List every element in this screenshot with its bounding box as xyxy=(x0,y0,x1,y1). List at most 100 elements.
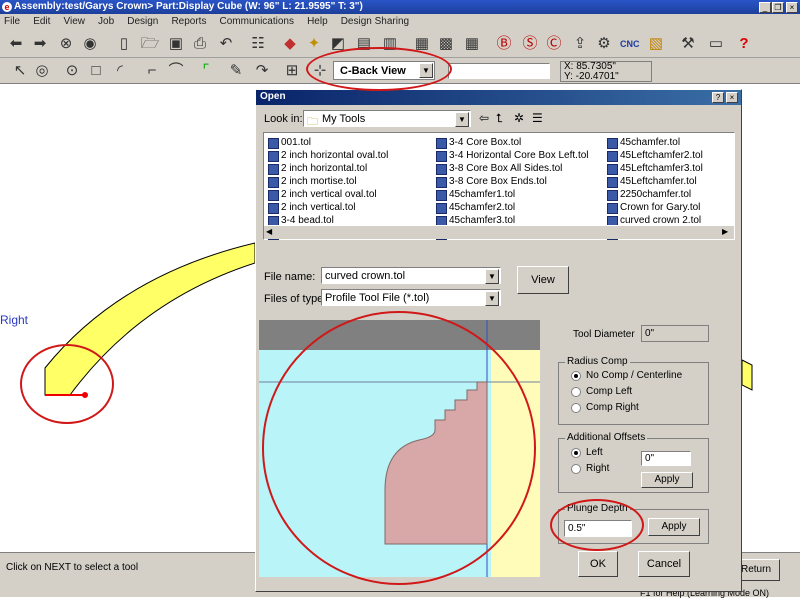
rectangle-icon[interactable]: □ xyxy=(86,61,106,81)
corner-icon[interactable]: ⌜ xyxy=(196,61,216,81)
report-b-icon[interactable]: Ⓑ xyxy=(494,34,514,54)
up-folder-icon[interactable]: ⮤ xyxy=(496,111,503,126)
comp-left-radio[interactable] xyxy=(571,387,581,397)
file-list-item[interactable]: 2 inch mortise.tol xyxy=(268,175,357,188)
menu-help[interactable]: Help xyxy=(303,14,334,27)
tools-icon[interactable]: ⚙ xyxy=(594,34,614,54)
plunge-apply-button[interactable]: Apply xyxy=(648,518,700,536)
look-in-chevron-down-icon[interactable]: ▼ xyxy=(455,112,469,127)
offset-apply-button[interactable]: Apply xyxy=(641,472,693,488)
snap-grid-icon[interactable]: ⊞ xyxy=(282,61,302,81)
file-list-item[interactable]: 45Leftchamfer.tol xyxy=(607,175,697,188)
file-list-item[interactable]: 45chamfer.tol xyxy=(607,136,680,149)
offset-left-radio[interactable] xyxy=(571,448,581,458)
settings-sliders-icon[interactable]: ☷ xyxy=(248,34,268,54)
file-name-input[interactable]: curved crown.tol ▼ xyxy=(321,267,501,284)
file-list-item[interactable]: 45Leftchamfer3.tol xyxy=(607,162,703,175)
undo-icon[interactable]: ↶ xyxy=(216,34,236,54)
back-arrow-icon[interactable]: ⬅ xyxy=(6,34,26,54)
look-in-combo[interactable]: 🗀 My Tools ▼ xyxy=(303,110,471,128)
handshake-icon[interactable]: ⚒ xyxy=(678,34,698,54)
files-of-type-chevron-down-icon[interactable]: ▼ xyxy=(485,291,499,306)
view-menu-icon[interactable]: ☰ xyxy=(532,111,543,125)
menu-job[interactable]: Job xyxy=(94,14,120,27)
cnc-button[interactable]: CNC xyxy=(620,39,640,49)
scroll-left-icon[interactable]: ◀ xyxy=(266,227,272,236)
file-list-item[interactable]: 2 inch vertical oval.tol xyxy=(268,188,377,201)
chart-icon[interactable]: ▧ xyxy=(646,34,666,54)
menu-design[interactable]: Design xyxy=(123,14,164,27)
save-icon[interactable]: ▣ xyxy=(166,34,186,54)
new-file-icon[interactable]: ▯ xyxy=(114,34,134,54)
file-list-item[interactable]: 45Leftchamfer2.tol xyxy=(607,149,703,162)
file-list-item[interactable]: Crown for Gary.tol xyxy=(607,201,700,214)
upload-icon[interactable]: ⇪ xyxy=(570,34,590,54)
no-comp-radio[interactable] xyxy=(571,371,581,381)
forward-arrow-icon[interactable]: ➡ xyxy=(30,34,50,54)
back-folder-icon[interactable]: ⇦ xyxy=(479,111,489,125)
print-icon[interactable]: ⎙ xyxy=(190,34,210,54)
file-list-item[interactable]: 2250chamfer.tol xyxy=(607,188,691,201)
menu-edit[interactable]: Edit xyxy=(29,14,56,27)
file-list-item[interactable]: 45chamfer2.tol xyxy=(436,201,515,214)
file-list-item[interactable]: 45chamfer1.tol xyxy=(436,188,515,201)
material-icon[interactable]: ◆ xyxy=(280,34,300,54)
maximize-icon[interactable]: ❐ xyxy=(772,2,784,13)
circle-point-icon[interactable]: ⊙ xyxy=(62,61,82,81)
file-list-item[interactable]: 2 inch horizontal oval.tol xyxy=(268,149,388,162)
menu-communications[interactable]: Communications xyxy=(216,14,300,27)
comp-right-radio[interactable] xyxy=(571,403,581,413)
menu-file[interactable]: File xyxy=(0,14,26,27)
file-list[interactable]: 001.tol 2 inch horizontal oval.tol 2 inch … xyxy=(263,132,735,240)
scroll-right-icon[interactable]: ▶ xyxy=(722,227,728,236)
file-list-item[interactable]: 3-8 Core Box Ends.tol xyxy=(436,175,547,188)
value-input[interactable] xyxy=(448,63,550,79)
file-list-item[interactable]: 3-4 Horizontal Core Box Left.tol xyxy=(436,149,589,162)
cancel-circle-icon[interactable]: ⊗ xyxy=(56,34,76,54)
ok-button[interactable]: OK xyxy=(578,551,618,577)
new-folder-icon[interactable]: ✲ xyxy=(514,111,524,125)
menu-view[interactable]: View xyxy=(59,14,91,27)
grid-icon[interactable]: ▩ xyxy=(436,34,456,54)
menu-reports[interactable]: Reports xyxy=(167,14,212,27)
offset-input[interactable]: 0" xyxy=(641,451,691,466)
minimize-icon[interactable]: _ xyxy=(759,2,771,13)
dialog-title: Open xyxy=(260,91,286,102)
file-list-item[interactable]: 2 inch vertical.tol xyxy=(268,201,355,214)
select-arrow-icon[interactable]: ↖ xyxy=(10,61,30,81)
light-icon[interactable]: ✦ xyxy=(304,34,324,54)
cancel-button[interactable]: Cancel xyxy=(638,551,690,577)
file-list-item[interactable]: 001.tol xyxy=(268,136,311,149)
eraser-icon[interactable]: ✎ xyxy=(226,61,246,81)
next-circle-icon[interactable]: ◉ xyxy=(80,34,100,54)
view-button[interactable]: View xyxy=(517,266,569,294)
line-curve-icon[interactable]: ⌐ xyxy=(142,61,162,81)
file-list-item[interactable]: 2 inch horizontal.tol xyxy=(268,162,367,175)
curve-icon[interactable]: ⌒ xyxy=(166,61,186,81)
redo-icon[interactable]: ↷ xyxy=(252,61,272,81)
offset-right-radio[interactable] xyxy=(571,464,581,474)
coordinate-readout: X: 85.7305" Y: -20.4701" xyxy=(560,61,652,82)
monitor-icon[interactable]: ▭ xyxy=(706,34,726,54)
file-list-item[interactable]: 3-4 Core Box.tol xyxy=(436,136,521,149)
dialog-close-icon[interactable]: × xyxy=(726,92,738,103)
files-of-type-combo[interactable]: Profile Tool File (*.tol) ▼ xyxy=(321,289,501,306)
file-list-item[interactable]: 3-8 Core Box All Sides.tol xyxy=(436,162,562,175)
report-c-icon[interactable]: Ⓒ xyxy=(544,34,564,54)
report-s-icon[interactable]: Ⓢ xyxy=(520,34,540,54)
menu-design-sharing[interactable]: Design Sharing xyxy=(337,14,415,27)
horizontal-scrollbar[interactable]: ◀ ▶ xyxy=(264,225,734,239)
eye-icon[interactable]: ◎ xyxy=(32,61,52,81)
open-folder-icon[interactable]: 🗁 xyxy=(140,34,160,54)
menu-bar: File Edit View Job Design Reports Commun… xyxy=(0,14,800,30)
side-label: Right xyxy=(0,313,29,327)
file-name-chevron-down-icon[interactable]: ▼ xyxy=(485,269,499,284)
table-icon[interactable]: ▦ xyxy=(462,34,482,54)
offset-left-label: Left xyxy=(586,447,603,458)
help-icon[interactable]: ? xyxy=(734,34,754,54)
dialog-help-icon[interactable]: ? xyxy=(712,92,724,103)
arc-icon[interactable]: ◜ xyxy=(110,61,130,81)
close-icon[interactable]: × xyxy=(786,2,798,13)
comp-left-label: Comp Left xyxy=(586,386,633,397)
files-of-type-value: Profile Tool File (*.tol) xyxy=(325,292,430,304)
